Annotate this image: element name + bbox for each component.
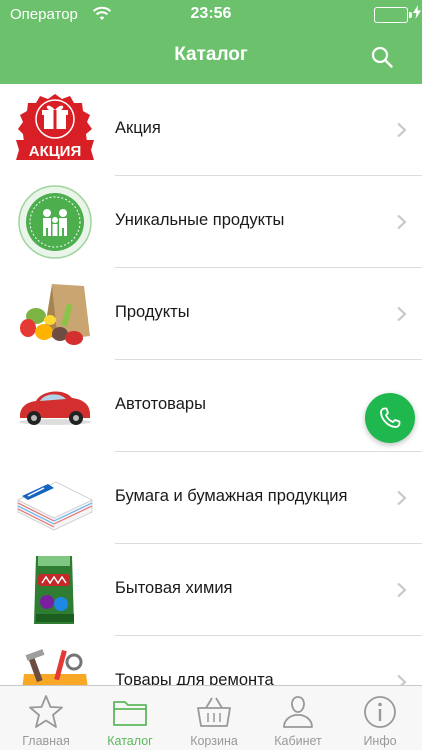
chevron-right-icon — [397, 674, 407, 685]
tab-catalog[interactable]: Каталог — [88, 686, 172, 750]
catalog-item-label: Автотовары — [115, 395, 206, 413]
folder-icon — [113, 701, 147, 726]
navigation-bar: Каталог — [0, 30, 422, 84]
red-car-image — [14, 368, 96, 444]
groceries-image — [14, 276, 96, 352]
chevron-right-icon — [397, 306, 407, 322]
tab-label: Корзина — [190, 734, 238, 748]
tab-label: Каталог — [107, 734, 153, 748]
catalog-item-paper-products[interactable]: Бумага и бумажная продукция — [0, 452, 422, 544]
basket-icon — [197, 697, 231, 727]
tools-image — [14, 644, 96, 685]
chevron-right-icon — [397, 214, 407, 230]
catalog-item-auto-goods[interactable]: Автотовары — [0, 360, 422, 452]
tab-cart[interactable]: Корзина — [172, 686, 256, 750]
tab-label: Главная — [22, 734, 70, 748]
tab-label: Кабинет — [274, 734, 322, 748]
catalog-item-label: Уникальные продукты — [115, 211, 285, 229]
phone-icon — [380, 407, 401, 428]
charging-icon — [412, 5, 422, 23]
catalog-item-label: Товары для ремонта — [115, 671, 274, 685]
paper-stack-image — [14, 460, 96, 536]
sale-badge-image: АКЦИЯ — [14, 92, 96, 168]
catalog-item-label: Продукты — [115, 303, 190, 321]
clock: 23:56 — [190, 5, 232, 22]
detergent-pack-image — [14, 552, 96, 628]
catalog-item-sale[interactable]: АКЦИЯ Акция — [0, 84, 422, 176]
tab-account[interactable]: Кабинет — [256, 686, 340, 750]
status-bar: Оператор 23:56 — [0, 0, 422, 30]
catalog-item-label: Бумага и бумажная продукция — [115, 487, 348, 505]
catalog-item-label: Бытовая химия — [115, 579, 233, 597]
chevron-right-icon — [397, 122, 407, 138]
family-club-logo-image — [14, 184, 96, 260]
info-icon — [364, 696, 396, 728]
tab-label: Инфо — [363, 734, 397, 748]
tab-home[interactable]: Главная — [4, 686, 88, 750]
battery-icon — [374, 7, 412, 23]
page-title: Каталог — [174, 44, 248, 65]
person-icon — [283, 696, 313, 728]
tab-bar: Главная Каталог Корзина Кабинет Инфо — [0, 685, 422, 750]
chevron-right-icon — [397, 582, 407, 598]
catalog-item-repair-goods[interactable]: Товары для ремонта — [0, 636, 422, 685]
catalog-item-unique-products[interactable]: Уникальные продукты — [0, 176, 422, 268]
catalog-item-products[interactable]: Продукты — [0, 268, 422, 360]
search-icon[interactable] — [370, 45, 394, 69]
star-icon — [29, 695, 63, 728]
catalog-list[interactable]: АКЦИЯ Акция Уникальные продукты Продукты… — [0, 84, 422, 685]
tab-info[interactable]: Инфо — [338, 686, 422, 750]
call-button[interactable] — [365, 393, 415, 443]
catalog-item-household-chemicals[interactable]: Бытовая химия — [0, 544, 422, 636]
catalog-item-label: Акция — [115, 119, 161, 137]
chevron-right-icon — [397, 490, 407, 506]
sale-badge-text: АКЦИЯ — [29, 143, 82, 160]
